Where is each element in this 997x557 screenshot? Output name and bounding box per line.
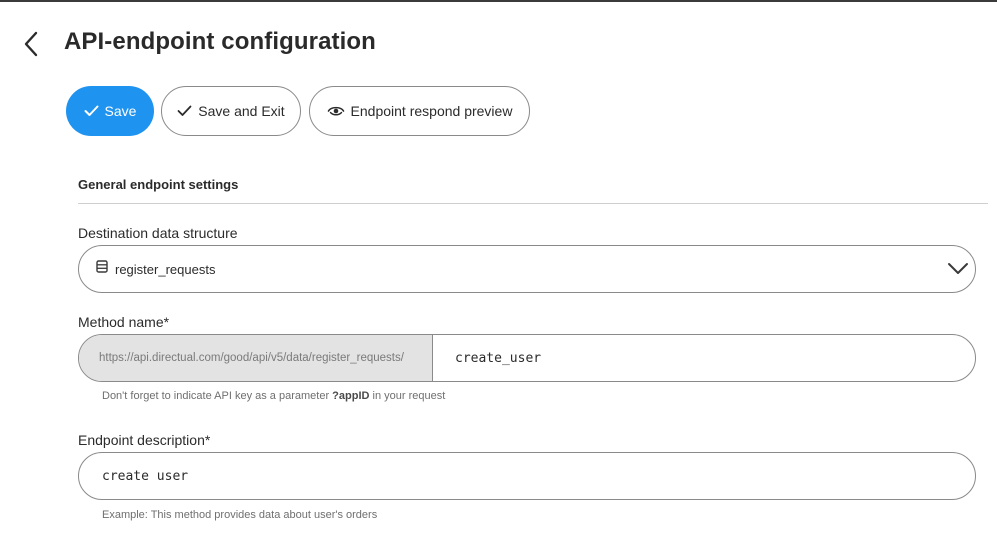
chevron-down-icon [947, 259, 969, 284]
endpoint-preview-button[interactable]: Endpoint respond preview [309, 86, 530, 136]
section-divider [78, 203, 988, 204]
description-input[interactable]: create user [78, 452, 976, 500]
check-icon [177, 105, 192, 117]
description-hint: Example: This method provides data about… [102, 509, 378, 521]
section-title: General endpoint settings [78, 177, 239, 192]
eye-icon [327, 105, 345, 117]
chevron-left-icon [24, 31, 38, 57]
appid-param: ?appID [332, 390, 370, 402]
page-title: API-endpoint configuration [64, 28, 376, 55]
method-name-hint: Don't forget to indicate API key as a pa… [102, 390, 446, 402]
database-icon [96, 260, 108, 278]
method-name-label: Method name* [78, 314, 170, 330]
endpoint-preview-label: Endpoint respond preview [350, 103, 513, 119]
top-border [0, 0, 997, 2]
destination-value: register_requests [115, 261, 216, 277]
destination-select[interactable]: register_requests [78, 245, 976, 293]
save-and-exit-button[interactable]: Save and Exit [161, 86, 301, 136]
check-icon [84, 105, 99, 117]
description-label: Endpoint description* [78, 432, 211, 448]
method-name-input[interactable]: create_user [433, 335, 975, 381]
back-button[interactable] [18, 30, 44, 58]
method-name-field: https://api.directual.com/good/api/v5/da… [78, 334, 976, 382]
destination-label: Destination data structure [78, 225, 238, 241]
save-and-exit-label: Save and Exit [198, 103, 285, 119]
save-button-label: Save [104, 103, 137, 119]
save-button[interactable]: Save [66, 86, 154, 136]
method-url-prefix: https://api.directual.com/good/api/v5/da… [79, 335, 433, 381]
